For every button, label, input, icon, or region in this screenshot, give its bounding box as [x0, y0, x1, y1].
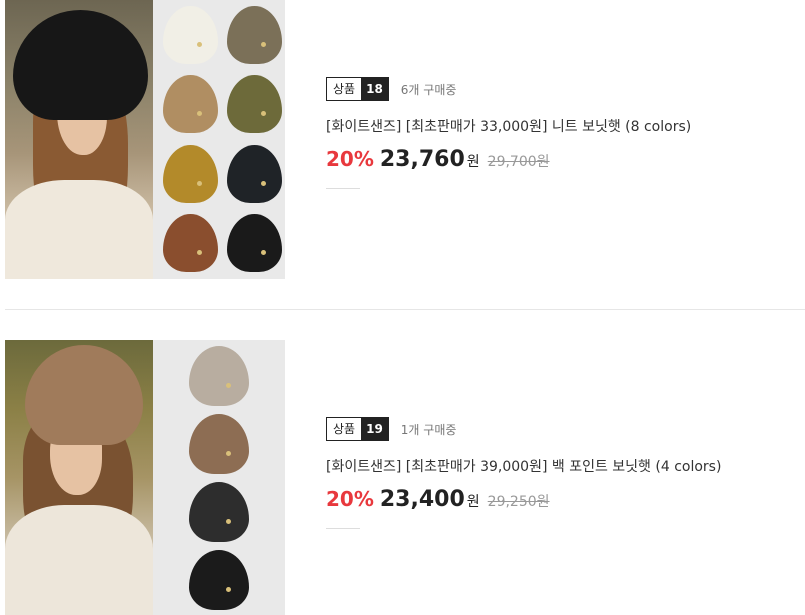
model-photo: [5, 0, 153, 279]
buyers-count: 1개 구매중: [400, 422, 457, 437]
badge-number: 18: [361, 78, 388, 100]
price-row: 20% 23,760 원 29,700원: [326, 147, 691, 172]
badge-label: 상품: [327, 418, 362, 440]
currency-unit: 원: [466, 494, 480, 510]
price-divider: [326, 528, 360, 529]
original-price: 29,250원: [487, 494, 550, 510]
product-title-link[interactable]: [화이트샌즈] [최초판매가 39,000원] 백 포인트 보닛햇 (4 col…: [326, 456, 721, 476]
product-rank-badge: 상품 19: [326, 417, 389, 441]
product-card-2[interactable]: 상품 19 1개 구매중 [화이트샌즈] [최초판매가 39,000원] 백 포…: [0, 340, 805, 615]
color-swatch-mustard: [163, 145, 218, 203]
price-divider: [326, 188, 360, 189]
color-swatch-olive: [227, 75, 282, 133]
discount-rate: 20%: [326, 487, 374, 511]
badge-number: 19: [361, 418, 388, 440]
color-swatch-oatmeal: [189, 346, 249, 406]
discount-rate: 20%: [326, 147, 374, 171]
color-swatch-black: [227, 214, 282, 272]
product-info: 상품 18 6개 구매중 [화이트샌즈] [최초판매가 33,000원] 니트 …: [326, 77, 691, 189]
price-row: 20% 23,400 원 29,250원: [326, 487, 721, 512]
product-info: 상품 19 1개 구매중 [화이트샌즈] [최초판매가 39,000원] 백 포…: [326, 417, 721, 529]
color-swatch-brown: [163, 214, 218, 272]
badge-label: 상품: [327, 78, 362, 100]
color-swatch-ivory: [163, 6, 218, 64]
color-swatch-taupe: [227, 6, 282, 64]
color-swatch-charcoal: [189, 482, 249, 542]
product-image[interactable]: [5, 0, 285, 279]
buyers-count: 6개 구매중: [400, 82, 457, 97]
sale-price: 23,760: [379, 147, 465, 172]
color-swatch-black: [189, 550, 249, 610]
color-swatch-brown: [189, 414, 249, 474]
product-image[interactable]: [5, 340, 285, 615]
product-divider: [5, 309, 805, 310]
original-price: 29,700원: [487, 154, 550, 170]
color-swatch-beige: [163, 75, 218, 133]
color-swatch-navy: [227, 145, 282, 203]
currency-unit: 원: [466, 154, 480, 170]
product-card-1[interactable]: 상품 18 6개 구매중 [화이트샌즈] [최초판매가 33,000원] 니트 …: [0, 0, 805, 300]
product-title-link[interactable]: [화이트샌즈] [최초판매가 33,000원] 니트 보닛햇 (8 colors…: [326, 116, 691, 136]
product-rank-badge: 상품 18: [326, 77, 389, 101]
model-photo: [5, 340, 153, 615]
sale-price: 23,400: [379, 487, 465, 512]
